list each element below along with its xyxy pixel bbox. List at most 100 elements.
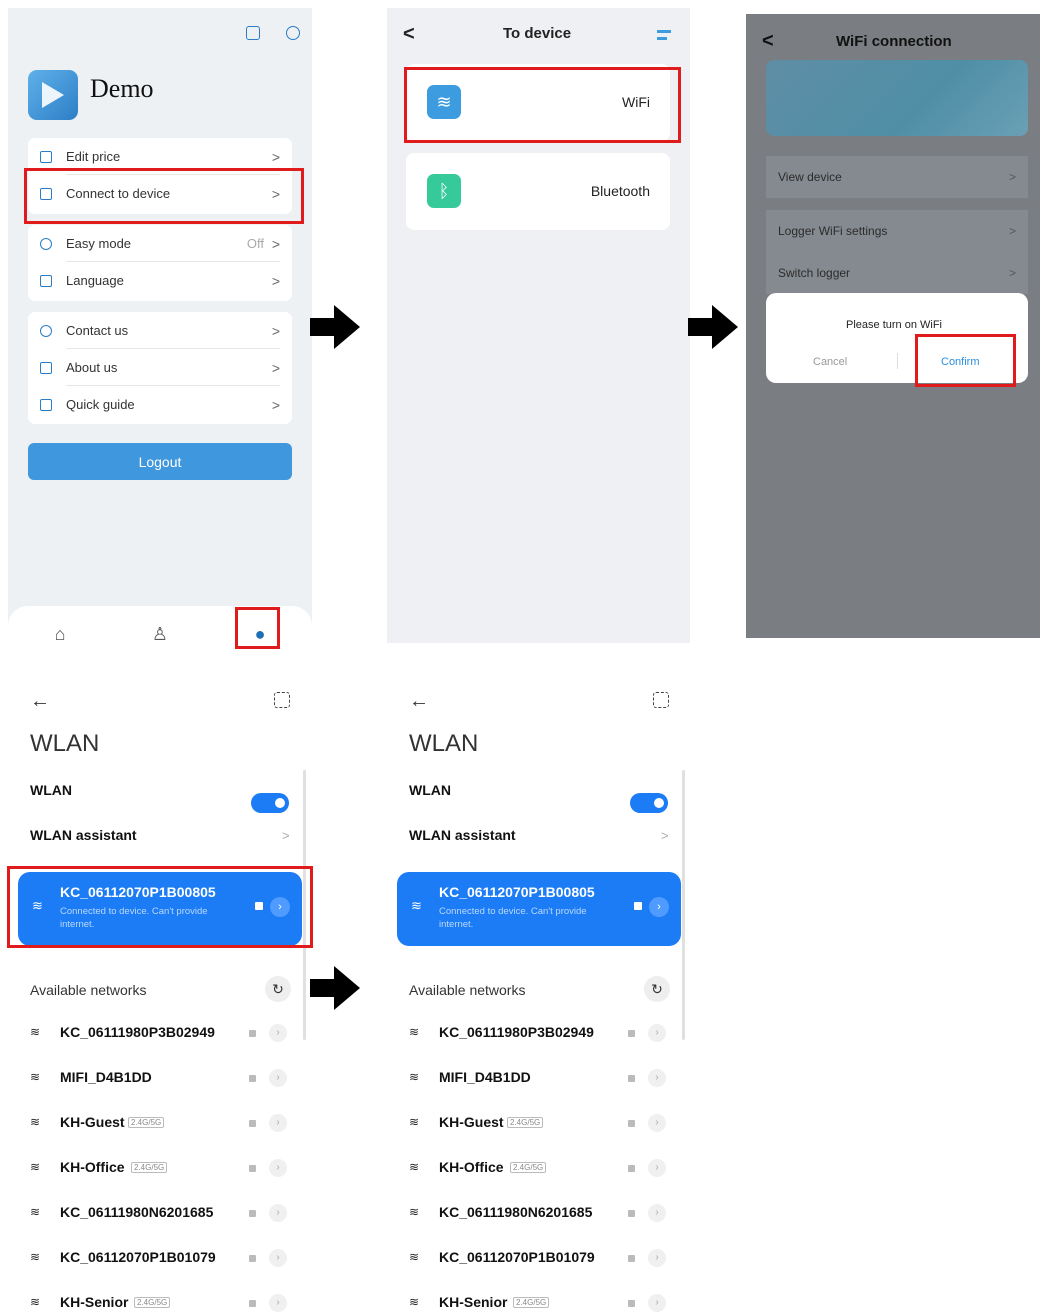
- menu-item-quick-guide[interactable]: Quick guide >: [28, 386, 292, 423]
- network-item[interactable]: ≋ KC_06111980N6201685 ›: [30, 1202, 298, 1226]
- network-item[interactable]: ≋ KC_06112070P1B01079 ›: [30, 1247, 298, 1271]
- lock-icon: [628, 1255, 635, 1262]
- lock-icon: [255, 902, 263, 910]
- wifi-icon: ≋: [409, 1115, 420, 1129]
- network-item[interactable]: ≋ KC_06111980P3B02949 ›: [30, 1022, 298, 1046]
- view-device-row[interactable]: View device >: [766, 156, 1028, 198]
- back-icon[interactable]: <: [762, 30, 774, 53]
- band-badge: 2.4G/5G: [513, 1297, 550, 1308]
- menu-card-2: Easy mode Off > Language >: [28, 225, 292, 301]
- menu-item-edit-price[interactable]: Edit price >: [28, 138, 292, 175]
- band-badge: 2.4G/5G: [134, 1297, 171, 1308]
- switch-logger-row[interactable]: Switch logger >: [766, 252, 1028, 294]
- easy-mode-value: Off: [246, 236, 264, 251]
- alarm-icon[interactable]: ♙: [150, 624, 170, 644]
- network-item[interactable]: ≋ KH-Senior 2.4G/5G ›: [409, 1292, 677, 1312]
- wlan-toggle[interactable]: [630, 793, 668, 813]
- network-item[interactable]: ≋ KC_06112070P1B01079 ›: [409, 1247, 677, 1271]
- chevron-right-icon: >: [271, 235, 280, 252]
- wifi-icon: ≋: [30, 1025, 41, 1039]
- network-item[interactable]: ≋ KH-Senior 2.4G/5G ›: [30, 1292, 298, 1312]
- wifi-icon: ≋: [409, 1250, 420, 1264]
- network-item[interactable]: ≋ KH-Office 2.4G/5G ›: [30, 1157, 298, 1181]
- menu-icon[interactable]: [657, 30, 671, 33]
- chevron-right-icon: ›: [648, 1159, 666, 1177]
- wifi-icon: ≋: [409, 1295, 420, 1309]
- home-icon[interactable]: ⌂: [50, 624, 70, 644]
- connected-network[interactable]: ≋ KC_06112070P1B00805 Connected to devic…: [397, 872, 681, 946]
- network-item[interactable]: ≋ KC_06111980N6201685 ›: [409, 1202, 677, 1226]
- refresh-icon[interactable]: ↻: [644, 976, 670, 1002]
- network-item[interactable]: ≋ KH-Office 2.4G/5G ›: [409, 1157, 677, 1181]
- wifi-icon: ≋: [411, 898, 422, 913]
- available-networks-label: Available networks: [30, 982, 147, 998]
- wifi-dialog: Please turn on WiFi Cancel Confirm: [766, 293, 1028, 383]
- bluetooth-option[interactable]: ᛒ Bluetooth: [406, 153, 670, 230]
- menu-item-contact-us[interactable]: Contact us >: [28, 312, 292, 349]
- wifi-icon: ≋: [30, 1295, 41, 1309]
- menu-item-easy-mode[interactable]: Easy mode Off >: [28, 225, 292, 262]
- flow-arrow: [688, 305, 740, 349]
- scan-icon[interactable]: [653, 692, 669, 708]
- profile-icon[interactable]: ●: [250, 624, 270, 644]
- settings-gear-icon[interactable]: [286, 26, 300, 40]
- back-arrow-icon[interactable]: ←: [409, 690, 429, 713]
- app-name: Demo: [90, 74, 154, 103]
- chevron-right-icon: ›: [269, 1294, 287, 1312]
- refresh-icon[interactable]: ↻: [265, 976, 291, 1002]
- network-ssid: KC_06112070P1B00805: [60, 884, 216, 900]
- menu-item-about-us[interactable]: About us >: [28, 349, 292, 386]
- lock-icon: [628, 1210, 635, 1217]
- edit-icon: [40, 150, 52, 163]
- network-details-button[interactable]: ›: [649, 897, 669, 917]
- network-item[interactable]: ≋ MIFI_D4B1DD ›: [409, 1067, 677, 1091]
- chevron-right-icon: >: [1008, 266, 1016, 280]
- menu-item-language[interactable]: Language >: [28, 262, 292, 299]
- message-icon[interactable]: [246, 26, 260, 40]
- network-item[interactable]: ≋ MIFI_D4B1DD ›: [30, 1067, 298, 1091]
- cancel-button[interactable]: Cancel: [813, 356, 847, 368]
- menu-label: Connect to device: [66, 186, 171, 201]
- wlan-assistant-item[interactable]: WLAN assistant: [409, 827, 516, 843]
- menu-label: About us: [66, 360, 118, 375]
- chevron-right-icon: ›: [648, 1069, 666, 1087]
- network-item[interactable]: ≋ KH-Guest 2.4G/5G ›: [30, 1112, 298, 1136]
- menu-card-3: Contact us > About us > Quick guide >: [28, 312, 292, 424]
- chevron-right-icon: >: [1008, 224, 1016, 238]
- chevron-right-icon: ›: [648, 1294, 666, 1312]
- copy-icon: [40, 187, 52, 200]
- menu-label: Quick guide: [66, 397, 135, 412]
- profile-screen: Demo Edit price > Connect to device > Ea…: [8, 8, 312, 661]
- band-badge: 2.4G/5G: [510, 1162, 547, 1173]
- lock-icon: [249, 1165, 256, 1172]
- wifi-option[interactable]: ≋ WiFi: [406, 64, 670, 141]
- network-status: Connected to device. Can't provide inter…: [60, 906, 208, 930]
- language-icon: [40, 274, 52, 287]
- logger-wifi-settings-row[interactable]: Logger WiFi settings >: [766, 210, 1028, 252]
- band-badge: 2.4G/5G: [507, 1117, 544, 1128]
- wlan-assistant-item[interactable]: WLAN assistant: [30, 827, 137, 843]
- option-label: WiFi: [622, 94, 650, 110]
- logout-button[interactable]: Logout: [28, 443, 292, 480]
- chevron-right-icon: >: [661, 828, 669, 843]
- menu-item-connect-to-device[interactable]: Connect to device >: [28, 175, 292, 212]
- wlan-toggle[interactable]: [251, 793, 289, 813]
- chevron-right-icon: ›: [269, 1069, 287, 1087]
- wifi-icon: ≋: [30, 1250, 41, 1264]
- network-details-button[interactable]: ›: [270, 897, 290, 917]
- connected-network[interactable]: ≋ KC_06112070P1B00805 Connected to devic…: [18, 872, 302, 946]
- back-arrow-icon[interactable]: ←: [30, 690, 50, 713]
- wlan-screen-2: ← WLAN WLAN WLAN assistant > ≋ KC_061120…: [387, 672, 687, 1312]
- divider: [897, 353, 898, 369]
- network-item[interactable]: ≋ KC_06111980P3B02949 ›: [409, 1022, 677, 1046]
- scan-icon[interactable]: [274, 692, 290, 708]
- wifi-icon: ≋: [409, 1070, 420, 1084]
- scrollbar[interactable]: [682, 770, 685, 1040]
- confirm-button[interactable]: Confirm: [941, 356, 980, 368]
- network-item[interactable]: ≋ KH-Guest 2.4G/5G ›: [409, 1112, 677, 1136]
- wifi-icon: ≋: [409, 1160, 420, 1174]
- available-networks-label: Available networks: [409, 982, 526, 998]
- wlan-label: WLAN: [30, 782, 72, 798]
- scrollbar[interactable]: [303, 770, 306, 1040]
- back-icon[interactable]: <: [403, 23, 415, 46]
